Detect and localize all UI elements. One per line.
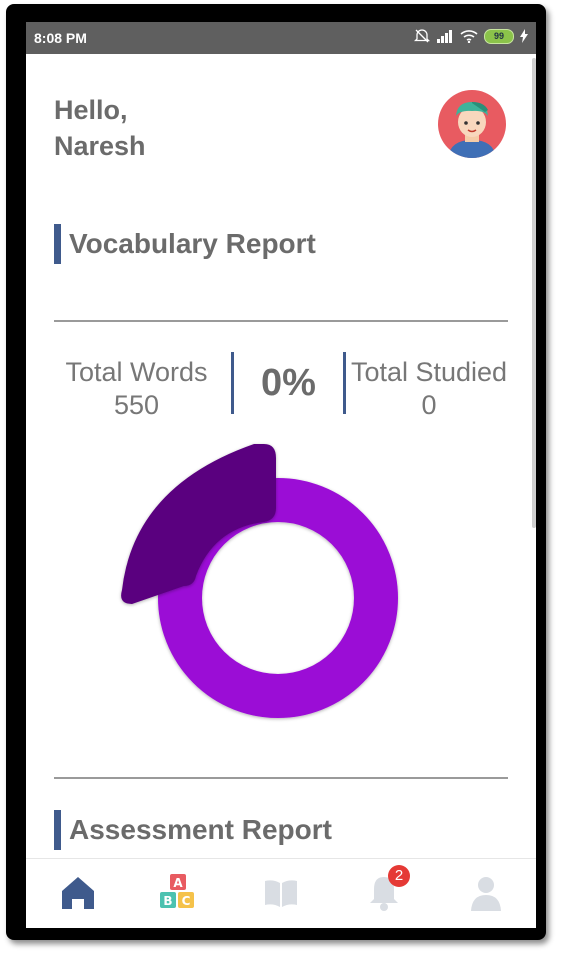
nav-vocabulary[interactable]: A B C [156, 871, 200, 915]
status-icons: 99 [414, 28, 528, 44]
nav-notifications[interactable]: 2 [362, 865, 410, 915]
scrollbar[interactable] [532, 58, 536, 528]
total-words-stat: Total Words 550 [54, 356, 219, 422]
vocabulary-report-title: Vocabulary Report [69, 228, 316, 259]
svg-text:C: C [182, 894, 191, 908]
profile-icon [471, 877, 501, 911]
section-accent-bar [54, 224, 61, 264]
vocabulary-report-header: Vocabulary Report [54, 224, 316, 264]
notification-count-badge: 2 [388, 865, 410, 887]
total-studied-value: 0 [421, 390, 437, 420]
bottom-navigation: A B C 2 [26, 858, 536, 928]
greeting-username: Naresh [54, 131, 146, 161]
total-words-label: Total Words [65, 357, 208, 387]
total-studied-stat: Total Studied 0 [350, 356, 508, 422]
signal-icon [437, 30, 452, 43]
battery-indicator: 99 [484, 28, 514, 44]
assessment-report-header: Assessment Report [54, 810, 332, 850]
greeting-hello: Hello, [54, 95, 128, 125]
total-studied-label: Total Studied [350, 357, 508, 387]
boy-avatar-icon [448, 102, 496, 158]
studied-percent: 0% [231, 352, 346, 414]
assessment-report-title: Assessment Report [69, 814, 332, 845]
total-words-value: 550 [113, 390, 160, 420]
vocabulary-donut-chart [121, 444, 398, 718]
charging-icon [520, 29, 528, 43]
nav-home[interactable] [56, 871, 100, 915]
section-accent-bar [54, 810, 61, 850]
book-icon [265, 880, 297, 907]
phone-frame: 8:08 PM 99 Hello, Naresh Vocabulary Repo… [6, 4, 546, 940]
svg-text:A: A [173, 876, 183, 890]
avatar[interactable] [438, 90, 506, 158]
home-icon [62, 877, 94, 909]
divider [54, 777, 508, 779]
nav-profile[interactable] [464, 871, 508, 915]
app-screen: 8:08 PM 99 Hello, Naresh Vocabulary Repo… [26, 22, 536, 928]
greeting: Hello, Naresh [54, 92, 146, 164]
svg-text:B: B [163, 894, 172, 908]
vocabulary-stats: Total Words 550 0% Total Studied 0 [54, 352, 508, 422]
wifi-icon [460, 30, 478, 43]
nav-lessons[interactable] [259, 871, 303, 915]
alarm-off-icon [414, 29, 430, 43]
abc-blocks-icon: A B C [160, 874, 194, 908]
divider [54, 320, 508, 322]
status-time: 8:08 PM [34, 30, 87, 46]
status-bar: 8:08 PM 99 [26, 22, 536, 54]
